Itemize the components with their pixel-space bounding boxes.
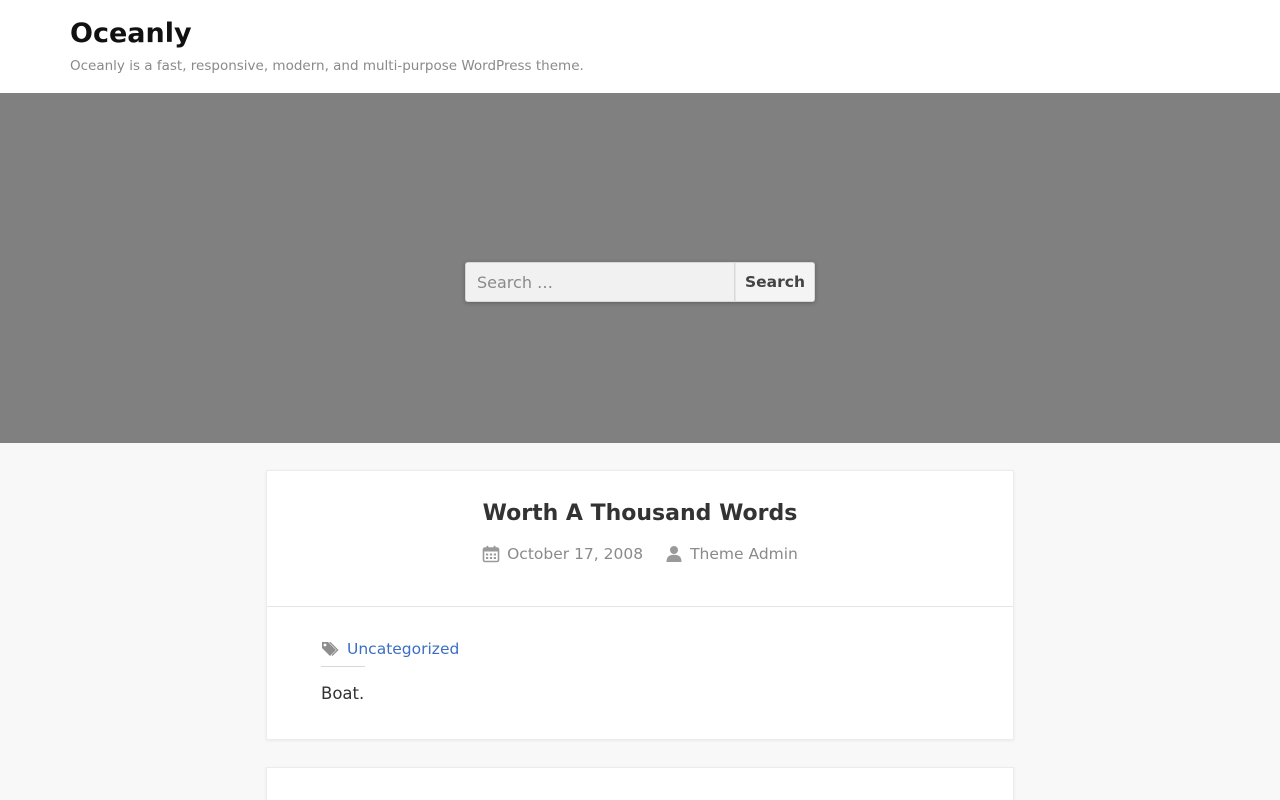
post-card xyxy=(266,767,1014,800)
post-card: Worth A Thousand Words October 17, 2008 … xyxy=(266,470,1014,740)
site-title[interactable]: Oceanly xyxy=(70,17,192,50)
search-input[interactable] xyxy=(465,262,735,302)
search-button[interactable]: Search xyxy=(735,262,815,302)
calendar-icon xyxy=(482,545,500,563)
post-title[interactable]: Worth A Thousand Words xyxy=(267,499,1013,529)
post-date[interactable]: October 17, 2008 xyxy=(482,545,643,563)
post-categories: Uncategorized xyxy=(321,640,459,667)
post-header: Worth A Thousand Words October 17, 2008 … xyxy=(267,471,1013,607)
post-meta: October 17, 2008 Theme Admin xyxy=(267,545,1013,563)
user-icon xyxy=(665,545,683,563)
post-author[interactable]: Theme Admin xyxy=(665,545,798,563)
site-tagline: Oceanly is a fast, responsive, modern, a… xyxy=(70,58,584,74)
category-link[interactable]: Uncategorized xyxy=(347,640,459,658)
site-header: Oceanly Oceanly is a fast, responsive, m… xyxy=(0,0,1280,93)
search-form: Search xyxy=(465,262,815,302)
hero-banner: Search xyxy=(0,93,1280,443)
tags-icon xyxy=(321,640,341,658)
post-author-text: Theme Admin xyxy=(690,545,798,563)
post-body: Uncategorized Boat. xyxy=(267,607,1013,705)
post-excerpt: Boat. xyxy=(321,684,365,703)
post-date-text: October 17, 2008 xyxy=(507,545,644,563)
